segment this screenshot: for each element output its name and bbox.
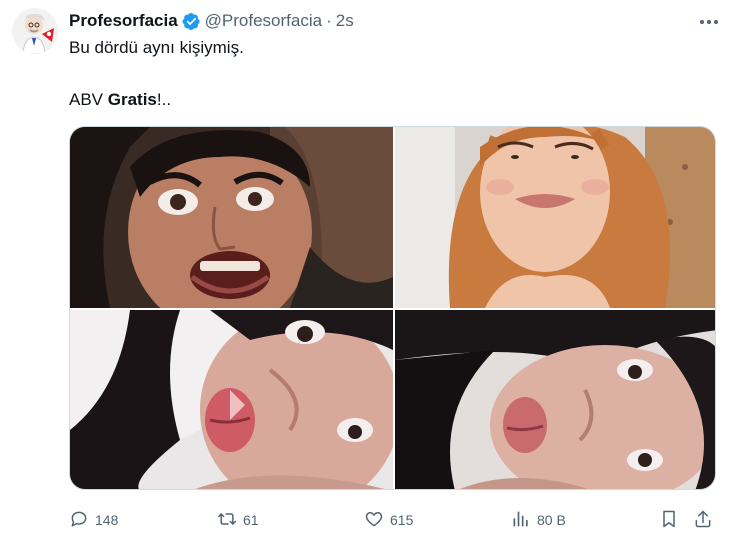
tweet-time[interactable]: 2s [336,11,354,31]
retweet-button[interactable]: 61 [217,505,259,535]
views-icon [511,509,531,532]
retweet-icon [217,509,237,532]
separator-dot: · [326,11,332,30]
verified-badge-icon[interactable] [182,12,201,31]
tweet-text-line-2: ABV Gratis!.. [69,90,171,110]
media-grid [69,126,716,490]
reply-button[interactable]: 148 [69,505,118,535]
more-icon[interactable] [697,10,721,34]
dark-hair-woman-photo[interactable] [70,310,393,489]
share-icon [693,509,713,532]
retweet-count: 61 [243,512,259,528]
tweet-text-suffix: !.. [156,90,172,109]
reply-icon [69,509,89,532]
angry-woman-photo[interactable] [70,127,393,308]
tweet-text-prefix: ABV [69,90,108,109]
tweet-header: Profesorfacia @Profesorfacia · 2s [69,10,354,32]
reply-count: 148 [95,512,119,528]
bookmark-icon [659,509,679,532]
user-handle[interactable]: @Profesorfacia [205,11,322,31]
views-count: 80 B [537,512,566,528]
views-button[interactable]: 80 B [511,505,566,535]
tweet-actions: 148 61 615 80 B [69,505,719,535]
avatar[interactable] [12,8,58,54]
tweet-text-line-1: Bu dördü aynı kişiymiş. [69,38,244,57]
tweet-text-bold: Gratis [107,90,157,109]
like-count: 615 [390,512,414,528]
redhead-woman-photo[interactable] [395,127,715,308]
share-button[interactable] [693,505,713,535]
like-button[interactable]: 615 [364,505,413,535]
display-name[interactable]: Profesorfacia [69,11,178,31]
heart-icon [364,509,384,532]
bookmark-button[interactable] [659,505,679,535]
dark-hair-woman-lying-photo[interactable] [395,310,715,489]
